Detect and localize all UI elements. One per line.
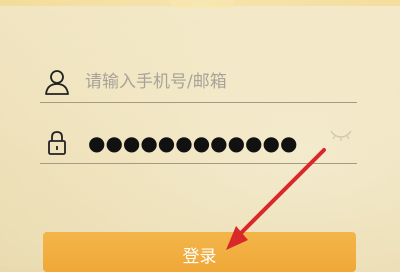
lock-icon — [44, 129, 70, 157]
top-notch — [170, 0, 234, 8]
phone-field-row — [40, 62, 357, 103]
user-icon — [44, 68, 70, 96]
eye-closed-icon[interactable] — [328, 125, 354, 145]
password-input[interactable]: ●●●●●●●●●●●● — [88, 128, 328, 158]
login-button[interactable]: 登录 — [43, 232, 356, 272]
password-field-row: ●●●●●●●●●●●● — [40, 123, 357, 164]
phone-email-input[interactable] — [85, 66, 345, 98]
